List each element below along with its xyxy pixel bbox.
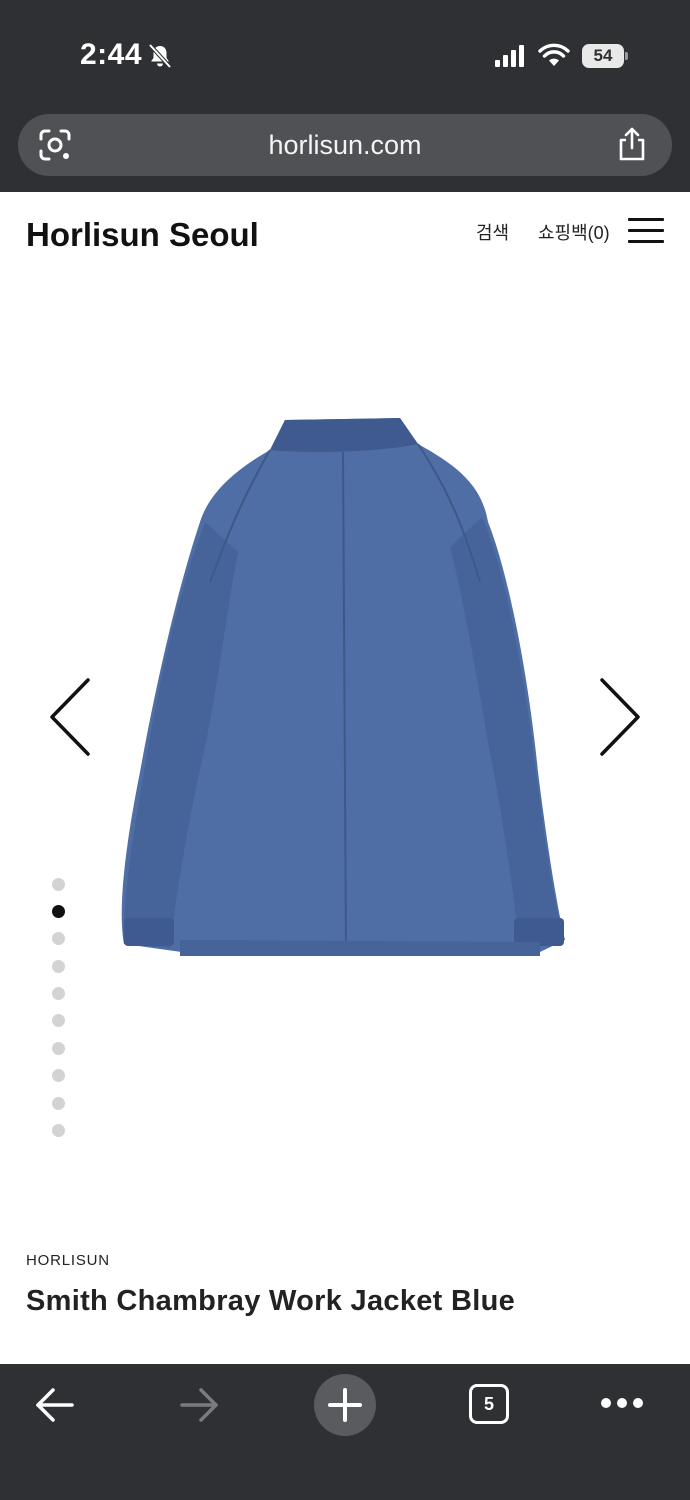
- battery-icon: 54: [582, 44, 628, 68]
- battery-level: 54: [593, 46, 613, 65]
- product-image: [121, 418, 566, 956]
- carousel-dot[interactable]: [52, 1097, 65, 1110]
- carousel-dot[interactable]: [52, 960, 65, 973]
- address-bar[interactable]: horlisun.com: [18, 114, 672, 176]
- hamburger-menu-icon[interactable]: [628, 218, 664, 244]
- right-cuff: [514, 918, 564, 946]
- browser-bottom-toolbar: 5: [0, 1364, 690, 1500]
- carousel-dot[interactable]: [52, 1042, 65, 1055]
- back-arrow-icon[interactable]: [34, 1386, 76, 1424]
- new-tab-button[interactable]: [314, 1374, 376, 1436]
- browser-top-bar: 2:44 54 horlisun.com: [0, 0, 690, 192]
- url-text: horlisun.com: [268, 130, 422, 160]
- carousel-dot[interactable]: [52, 878, 65, 891]
- carousel-dot[interactable]: [52, 1014, 65, 1027]
- tab-count: 5: [483, 1394, 494, 1414]
- carousel-dot[interactable]: [52, 932, 65, 945]
- share-icon[interactable]: [616, 126, 648, 162]
- product-brand[interactable]: HORLISUN: [26, 1252, 110, 1269]
- carousel-dot[interactable]: [52, 1124, 65, 1137]
- carousel-next-arrow-icon[interactable]: [594, 676, 646, 758]
- left-cuff: [124, 918, 174, 946]
- battery-tip: [625, 52, 628, 60]
- jacket-collar: [270, 418, 418, 452]
- signal-icon: [495, 45, 524, 67]
- more-icon[interactable]: [600, 1396, 644, 1410]
- tabs-button[interactable]: 5: [469, 1384, 509, 1424]
- shopping-bag-link[interactable]: 쇼핑백(0): [538, 219, 610, 245]
- jacket-hem: [180, 940, 540, 956]
- wifi-icon: [538, 43, 570, 66]
- bell-slash-icon: [148, 43, 172, 69]
- carousel-prev-arrow-icon[interactable]: [44, 676, 96, 758]
- carousel-dot[interactable]: [52, 987, 65, 1000]
- forward-arrow-icon[interactable]: [178, 1386, 220, 1424]
- carousel-dot[interactable]: [52, 1069, 65, 1082]
- carousel-dot-active[interactable]: [52, 905, 65, 918]
- product-title: Smith Chambray Work Jacket Blue: [26, 1285, 516, 1317]
- search-link[interactable]: 검색: [476, 219, 509, 245]
- status-time: 2:44: [80, 38, 143, 71]
- plus-icon: [328, 1388, 362, 1422]
- site-logo[interactable]: Horlisun Seoul: [26, 216, 259, 254]
